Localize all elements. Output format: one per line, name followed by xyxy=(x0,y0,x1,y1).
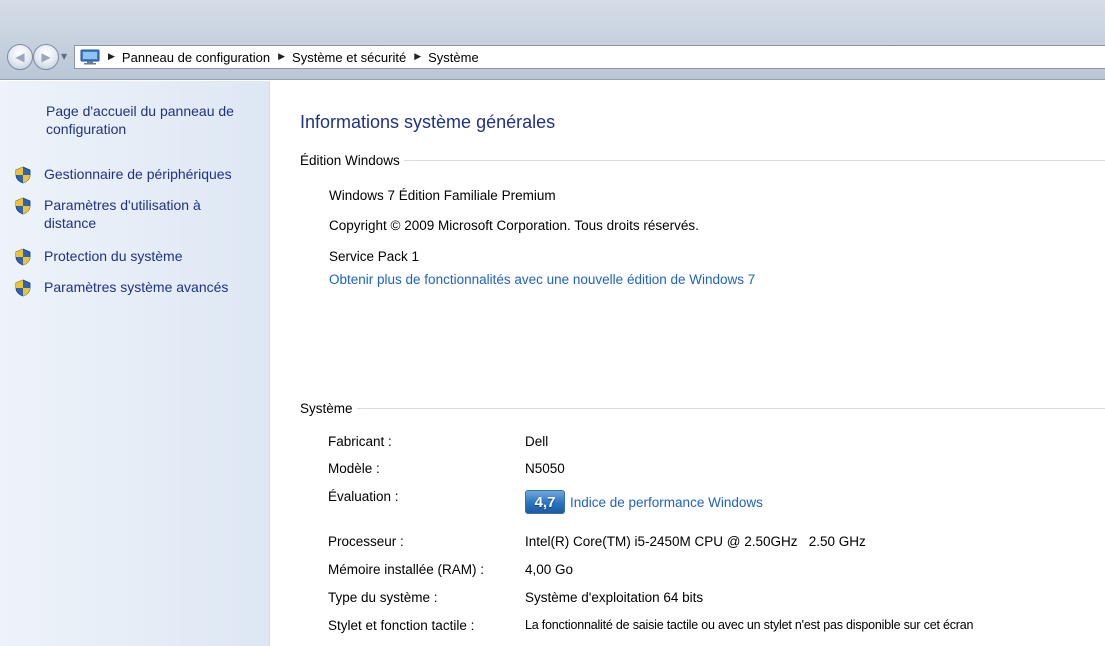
sidebar-item-label: Gestionnaire de périphériques xyxy=(44,166,232,182)
manufacturer-value: Dell xyxy=(525,434,549,449)
breadcrumb-separator-icon[interactable]: ▶ xyxy=(278,52,285,62)
breadcrumb-separator-icon[interactable]: ▶ xyxy=(414,52,421,62)
system-group-header: Système xyxy=(300,401,1105,416)
sidebar-item-remote-settings[interactable]: Paramètres d'utilisation à distance xyxy=(14,196,264,232)
group-divider xyxy=(356,408,1105,409)
window-chrome: ◀ ▶ ▼ ▶ Panneau de configuration ▶ Systè… xyxy=(0,0,1105,80)
processor-value: Intel(R) Core(TM) i5-2450M CPU @ 2.50GHz… xyxy=(525,534,866,549)
group-title: Système xyxy=(300,401,353,416)
sidebar-item-advanced-settings[interactable]: Paramètres système avancés xyxy=(14,278,264,297)
forward-button[interactable]: ▶ xyxy=(33,44,59,70)
sidebar-item-label: Protection du système xyxy=(44,248,183,264)
back-arrow-icon: ◀ xyxy=(15,50,25,64)
sidebar-item-label: Paramètres système avancés xyxy=(44,279,229,295)
pen-touch-value: La fonctionnalité de saisie tactile ou a… xyxy=(525,618,974,632)
copyright-text: Copyright © 2009 Microsoft Corporation. … xyxy=(329,218,699,233)
processor-label: Processeur : xyxy=(328,534,404,549)
shield-icon xyxy=(15,166,31,184)
address-bar[interactable]: ▶ Panneau de configuration ▶ Système et … xyxy=(74,45,1105,69)
upgrade-edition-link[interactable]: Obtenir plus de fonctionnalités avec une… xyxy=(329,272,755,287)
breadcrumb-control-panel[interactable]: Panneau de configuration xyxy=(122,50,270,65)
system-type-label: Type du système : xyxy=(328,590,438,605)
system-type-value: Système d'exploitation 64 bits xyxy=(525,590,704,605)
control-panel-home-link[interactable]: Page d'accueil du panneau de configurati… xyxy=(46,102,261,138)
sidebar-item-system-protection[interactable]: Protection du système xyxy=(14,247,264,266)
shield-icon xyxy=(15,279,31,297)
rating-score-badge[interactable]: 4,7 xyxy=(525,490,565,514)
breadcrumb-system-security[interactable]: Système et sécurité xyxy=(292,50,406,65)
group-divider xyxy=(403,160,1105,161)
group-title: Édition Windows xyxy=(300,153,400,168)
manufacturer-label: Fabricant : xyxy=(328,434,392,449)
breadcrumb-system[interactable]: Système xyxy=(428,50,479,65)
performance-rating[interactable]: 4,7 Indice de performance Windows xyxy=(525,490,763,514)
shield-icon xyxy=(15,197,31,215)
recent-pages-dropdown-icon[interactable]: ▼ xyxy=(61,52,67,61)
back-button[interactable]: ◀ xyxy=(7,44,33,70)
windows-edition-name: Windows 7 Édition Familiale Premium xyxy=(329,188,556,203)
pen-touch-label: Stylet et fonction tactile : xyxy=(328,618,475,633)
sidebar-item-label: Paramètres d'utilisation à distance xyxy=(44,197,201,231)
control-panel-icon xyxy=(79,48,101,66)
main-content: Informations système générales Édition W… xyxy=(271,81,1105,646)
sidebar: Page d'accueil du panneau de configurati… xyxy=(0,81,270,646)
ram-value: 4,00 Go xyxy=(525,562,574,577)
windows-edition-group-header: Édition Windows xyxy=(300,153,1105,168)
ram-label: Mémoire installée (RAM) : xyxy=(328,562,485,577)
model-label: Modèle : xyxy=(328,461,380,476)
sidebar-item-device-manager[interactable]: Gestionnaire de périphériques xyxy=(14,165,264,184)
rating-label: Évaluation : xyxy=(328,489,399,504)
shield-icon xyxy=(15,248,31,266)
forward-arrow-icon: ▶ xyxy=(41,50,51,64)
service-pack-text: Service Pack 1 xyxy=(329,249,420,264)
page-title: Informations système générales xyxy=(300,112,556,132)
performance-index-link[interactable]: Indice de performance Windows xyxy=(570,495,763,510)
model-value: N5050 xyxy=(525,461,565,476)
breadcrumb-separator-icon[interactable]: ▶ xyxy=(108,52,115,62)
